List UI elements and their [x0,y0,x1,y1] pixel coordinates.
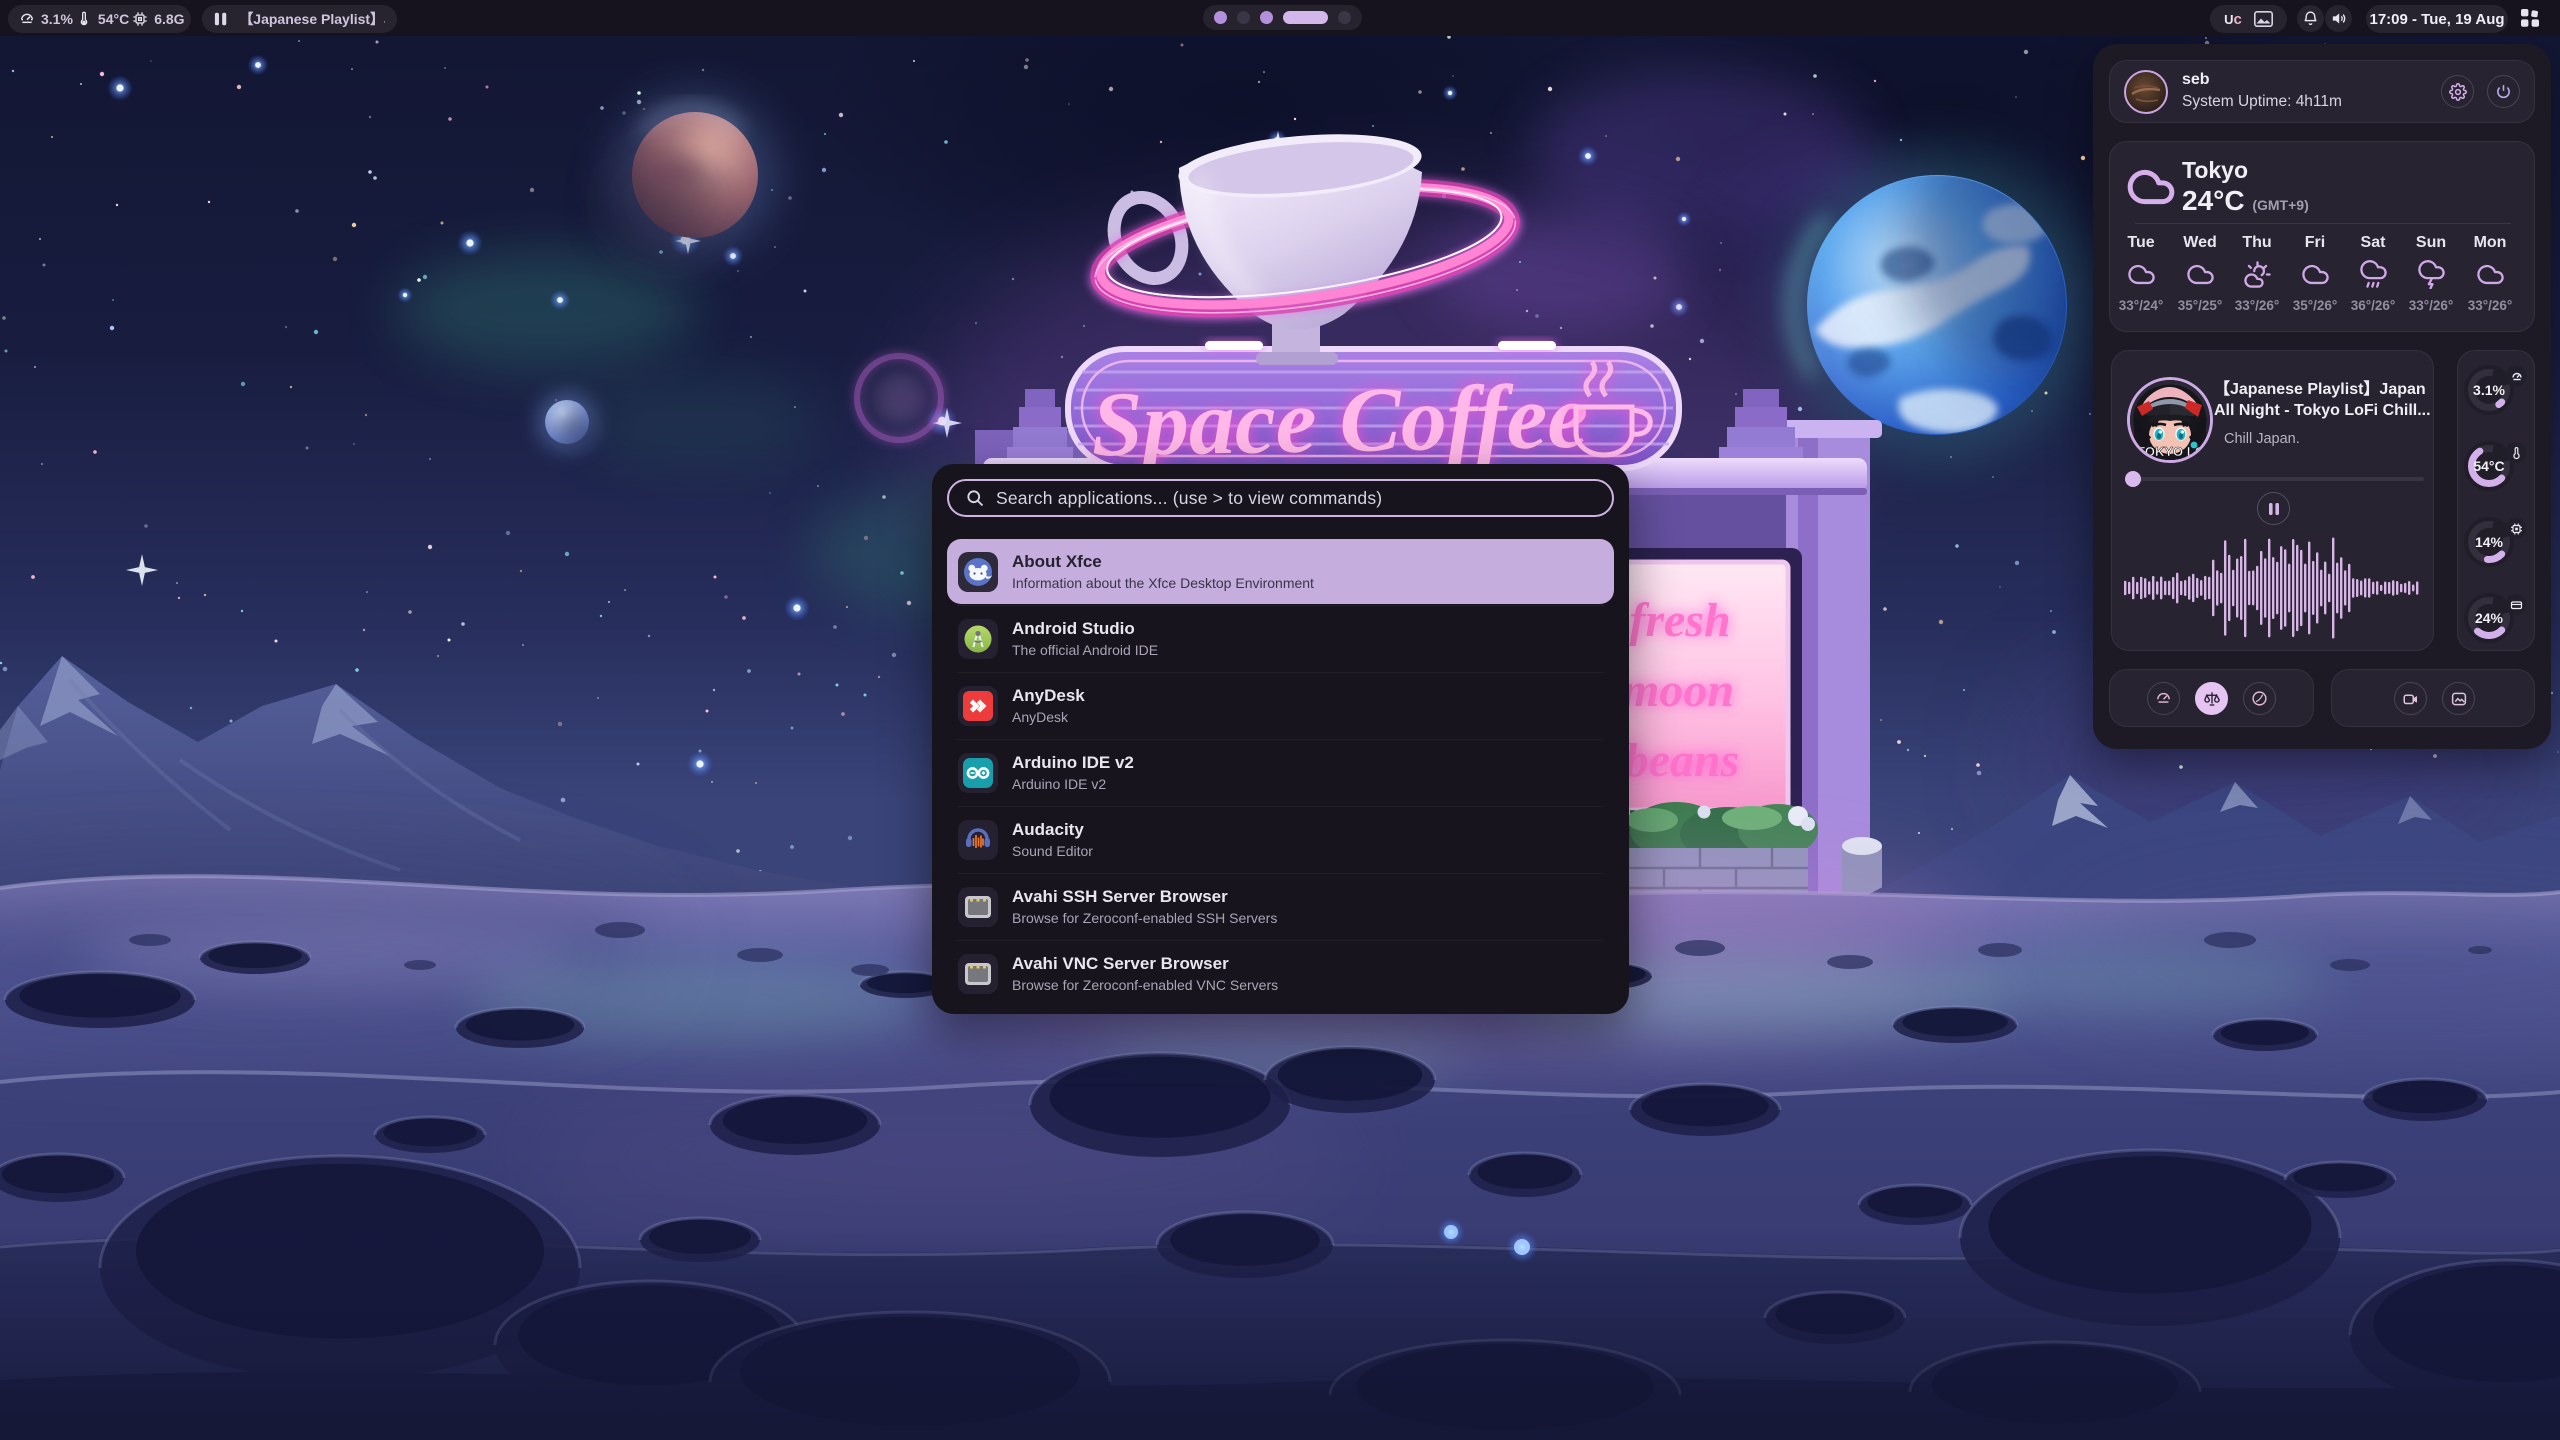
svg-text:Space Coffee: Space Coffee [1091,365,1589,476]
svg-text:3.1%: 3.1% [2473,382,2505,398]
svg-text:moon: moon [1622,664,1734,717]
svg-text:14%: 14% [2475,534,2504,550]
svg-text:24%: 24% [2475,610,2504,626]
svg-text:fresh: fresh [1629,594,1730,647]
svg-text:54°C: 54°C [2473,458,2504,474]
svg-text:beans: beans [1625,734,1740,787]
